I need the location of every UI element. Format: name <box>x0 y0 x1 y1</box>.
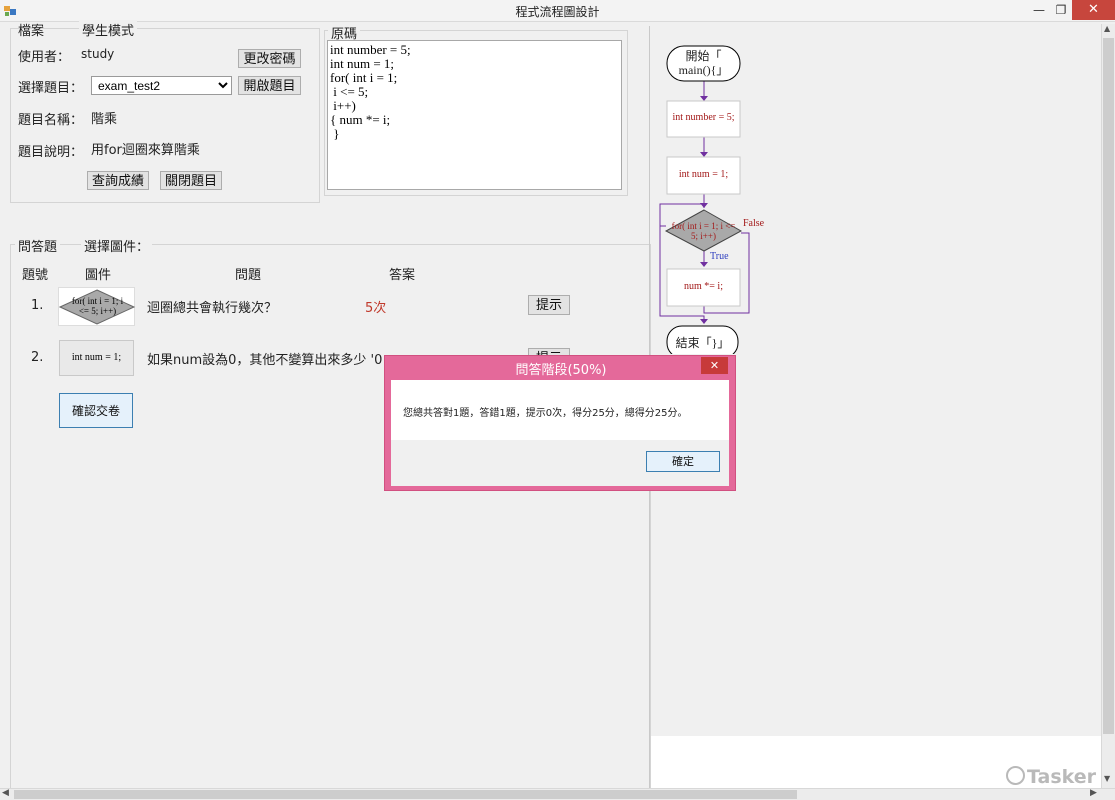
row1-answer: 5次 <box>365 301 387 316</box>
row1-hint-button[interactable]: 提示 <box>528 295 570 315</box>
flow-true-label: True <box>710 251 729 262</box>
flow-step1-text: int number = 5; <box>672 112 735 123</box>
scroll-right-icon[interactable]: ▶ <box>1090 788 1097 798</box>
scroll-up-icon[interactable]: ▲ <box>1104 24 1110 33</box>
row1-component-thumbnail[interactable]: for( int i = 1; i <= 5; i++) <box>58 287 136 326</box>
row2-component-thumbnail[interactable]: int num = 1; <box>59 340 134 376</box>
row1-component-text: for( int i = 1; i <= 5; i++) <box>71 296 124 316</box>
window-title: 程式流程圖設計 <box>515 5 600 19</box>
submit-exam-button[interactable]: 確認交卷 <box>59 393 133 428</box>
horizontal-scrollbar-thumb[interactable] <box>14 790 797 799</box>
exam-select[interactable]: exam_test2 <box>91 76 232 95</box>
source-code-textarea[interactable]: int number = 5; int num = 1; for( int i … <box>327 40 622 190</box>
dialog-message: 您總共答對1題，答錯1題，提示0次，得分25分，總得分25分。 <box>403 408 688 419</box>
user-label: 使用者： <box>18 50 71 65</box>
row1-number: 1. <box>31 298 44 313</box>
change-password-button[interactable]: 更改密碼 <box>238 49 301 68</box>
header-question: 問題 <box>235 268 262 283</box>
exam-name-value: 階乘 <box>91 112 118 127</box>
flow-start-text: 開始「 main(){」 <box>678 49 729 77</box>
flow-decision-text: for( int i = 1; i <= 5; i++) <box>671 221 736 241</box>
header-number: 題號 <box>22 268 49 283</box>
vertical-scrollbar[interactable]: ▲ ▼ <box>1101 24 1115 788</box>
exam-desc-value: 用for迴圈來算階乘 <box>91 143 200 158</box>
row2-question: 如果num設為0，其他不變算出來多少 '0 <box>147 353 383 368</box>
flow-step2-text: int num = 1; <box>678 169 729 180</box>
close-exam-button[interactable]: 關閉題目 <box>160 171 222 190</box>
scroll-left-icon[interactable]: ◀ <box>2 788 9 798</box>
mode-title: 學生模式 <box>79 20 138 39</box>
flow-false-label: False <box>743 218 765 229</box>
query-score-button[interactable]: 查詢成績 <box>87 171 149 190</box>
watermark-logo: Tasker <box>1006 766 1096 788</box>
user-name: study <box>81 47 115 61</box>
vertical-scrollbar-thumb[interactable] <box>1103 38 1114 734</box>
row2-component-text: int num = 1; <box>71 352 122 363</box>
header-component: 圖件 <box>85 268 112 283</box>
result-dialog: 問答階段(50%) ✕ 您總共答對1題，答錯1題，提示0次，得分25分，總得分2… <box>384 355 736 491</box>
dialog-message-area: 您總共答對1題，答錯1題，提示0次，得分25分，總得分25分。 <box>391 380 729 440</box>
watermark-text: Tasker <box>1027 766 1097 788</box>
qa-title: 問答題 <box>15 236 61 255</box>
close-icon[interactable]: ✕ <box>1072 0 1115 20</box>
row1-question: 迴圈總共會執行幾次？ <box>147 301 278 316</box>
flow-end-text: 結束「}」 <box>675 336 730 350</box>
dialog-body: 您總共答對1題，答錯1題，提示0次，得分25分，總得分25分。 確定 <box>391 380 729 486</box>
tasker-logo-icon <box>1006 766 1025 785</box>
exam-desc-label: 題目說明： <box>18 145 84 160</box>
row2-number: 2. <box>31 350 44 365</box>
header-answer: 答案 <box>389 268 416 283</box>
horizontal-scrollbar[interactable]: ◀ ▶ <box>0 788 1115 800</box>
open-exam-button[interactable]: 開啟題目 <box>238 76 301 95</box>
dialog-title: 問答階段(50%) <box>515 363 607 378</box>
exam-name-label: 題目名稱： <box>18 113 84 128</box>
select-exam-label: 選擇題目： <box>18 81 84 96</box>
scroll-down-icon[interactable]: ▼ <box>1104 774 1110 783</box>
flow-body-text: num *= i; <box>684 281 723 292</box>
dialog-close-icon[interactable]: ✕ <box>701 357 728 374</box>
dialog-ok-button[interactable]: 確定 <box>646 451 720 472</box>
menu-file[interactable]: 檔案 <box>18 20 44 39</box>
select-component-label: 選擇圖件： <box>81 236 153 255</box>
